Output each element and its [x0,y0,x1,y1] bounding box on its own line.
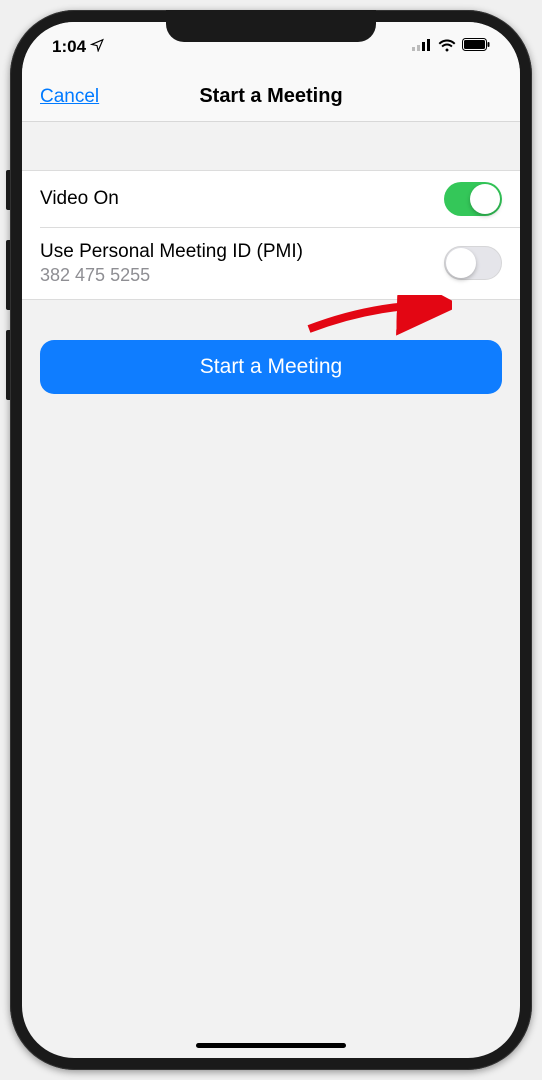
location-icon [90,37,104,57]
settings-group: Video On Use Personal Meeting ID (PMI) 3… [22,170,520,300]
video-on-row: Video On [22,171,520,227]
pmi-value: 382 475 5255 [40,265,303,286]
start-meeting-button[interactable]: Start a Meeting [40,340,502,394]
phone-frame: 1:04 [10,10,532,1070]
wifi-icon [438,38,456,57]
cellular-icon [412,38,432,56]
home-indicator[interactable] [196,1043,346,1048]
pmi-text: Use Personal Meeting ID (PMI) 382 475 52… [40,241,303,286]
status-left: 1:04 [52,37,104,57]
status-time: 1:04 [52,37,86,57]
toggle-knob [470,184,500,214]
pmi-row: Use Personal Meeting ID (PMI) 382 475 52… [22,227,520,299]
button-area: Start a Meeting [22,300,520,394]
video-on-toggle[interactable] [444,182,502,216]
screen: 1:04 [22,22,520,1058]
video-on-label: Video On [40,188,119,210]
notch [166,10,376,42]
toggle-knob [446,248,476,278]
battery-icon [462,38,490,56]
pmi-label: Use Personal Meeting ID (PMI) [40,241,303,263]
page-title: Start a Meeting [40,85,502,108]
cancel-button[interactable]: Cancel [40,86,99,108]
status-right [412,38,490,57]
header-gap [22,122,520,170]
pmi-toggle[interactable] [444,246,502,280]
nav-bar: Cancel Start a Meeting [22,72,520,122]
